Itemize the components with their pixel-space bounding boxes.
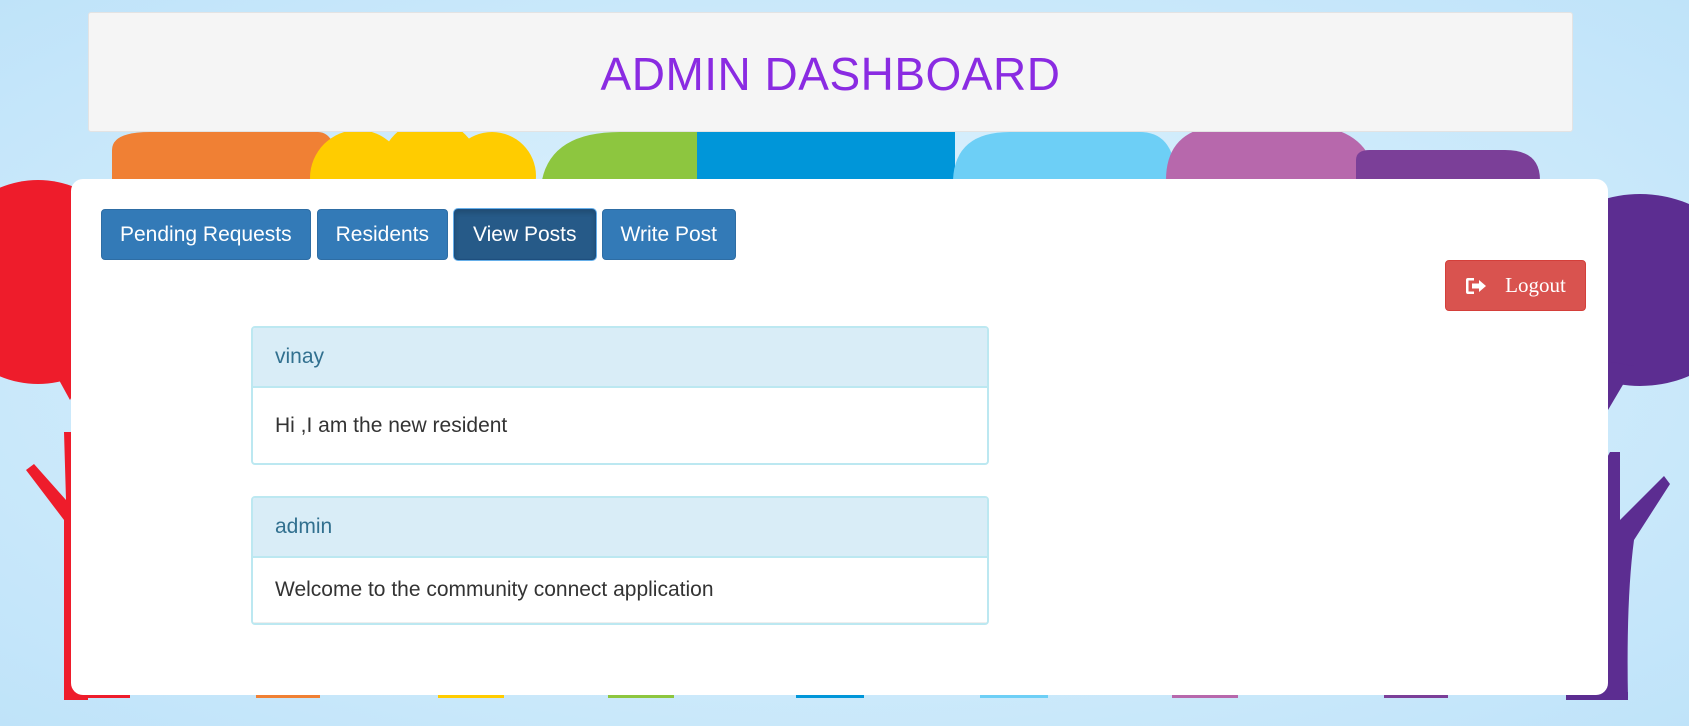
residents-button[interactable]: Residents xyxy=(316,209,449,260)
logout-icon xyxy=(1465,276,1489,296)
view-posts-button[interactable]: View Posts xyxy=(454,209,596,260)
post-author: vinay xyxy=(253,328,987,388)
post-card: vinay Hi ,I am the new resident xyxy=(251,326,989,465)
main-content-card: Pending Requests Residents View Posts Wr… xyxy=(71,179,1608,695)
post-content: Welcome to the community connect applica… xyxy=(253,558,987,623)
page-title: ADMIN DASHBOARD xyxy=(600,48,1061,100)
post-card: admin Welcome to the community connect a… xyxy=(251,496,989,625)
logout-button[interactable]: Logout xyxy=(1445,260,1586,311)
dashboard-header: ADMIN DASHBOARD xyxy=(88,12,1573,132)
write-post-button[interactable]: Write Post xyxy=(601,209,736,260)
post-content: Hi ,I am the new resident xyxy=(275,413,508,437)
logout-label: Logout xyxy=(1505,273,1566,297)
pending-requests-button[interactable]: Pending Requests xyxy=(101,209,311,260)
post-author: admin xyxy=(253,498,987,558)
nav-tabs: Pending Requests Residents View Posts Wr… xyxy=(101,209,736,260)
